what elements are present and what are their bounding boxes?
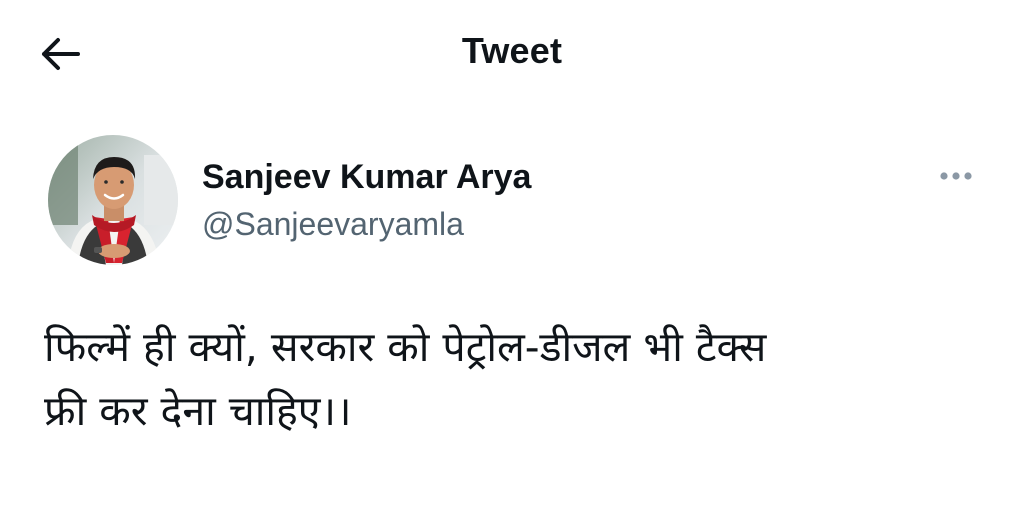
user-avatar-image — [48, 135, 178, 265]
avatar[interactable] — [48, 135, 178, 265]
tweet-text: फिल्में ही क्यों, सरकार को पेट्रोल-डीजल … — [44, 323, 767, 435]
author-display-name[interactable]: Sanjeev Kumar Arya — [202, 158, 531, 197]
author-handle[interactable]: @Sanjeevaryamla — [202, 206, 464, 243]
more-options-button[interactable] — [926, 160, 986, 192]
top-bar: Tweet — [0, 0, 1024, 100]
more-horizontal-icon — [940, 172, 972, 180]
page-title: Tweet — [461, 30, 563, 71]
